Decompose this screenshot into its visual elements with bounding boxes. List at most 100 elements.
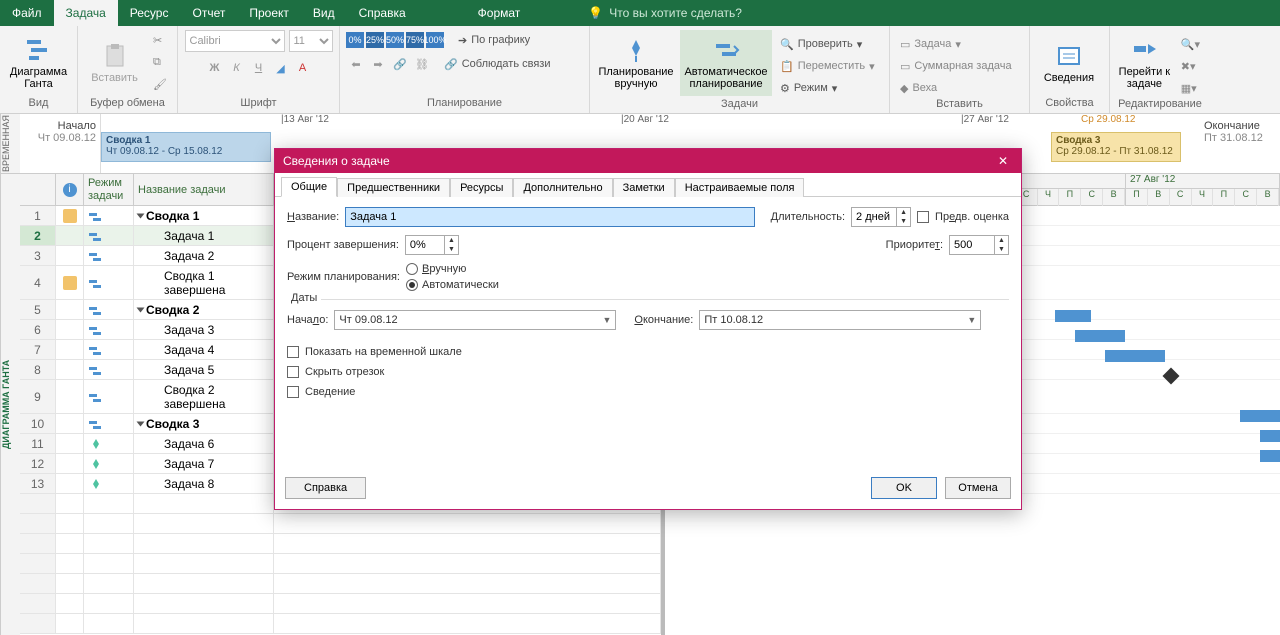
task-bar[interactable] xyxy=(1075,330,1125,342)
menu-task[interactable]: Задача xyxy=(54,0,118,26)
tab-notes[interactable]: Заметки xyxy=(613,178,675,197)
collapse-icon[interactable] xyxy=(137,213,145,218)
pct-25[interactable]: 25% xyxy=(366,32,384,48)
menu-project[interactable]: Проект xyxy=(237,0,301,26)
task-name-cell[interactable]: Задача 8 xyxy=(134,474,274,493)
pct-100[interactable]: 100% xyxy=(426,32,444,48)
respect-links-button[interactable]: 🔗 Соблюдать связи xyxy=(440,54,554,74)
task-bar[interactable] xyxy=(1105,350,1165,362)
collapse-icon[interactable] xyxy=(137,307,145,312)
scroll-to-task-button[interactable]: Перейти к задаче xyxy=(1116,30,1173,96)
tab-predecessors[interactable]: Предшественники xyxy=(337,178,450,197)
row-number[interactable]: 6 xyxy=(20,320,56,339)
col-indicators[interactable]: i xyxy=(56,174,84,205)
menu-view[interactable]: Вид xyxy=(301,0,347,26)
mode-auto-radio[interactable]: Автоматически xyxy=(406,279,499,291)
milestone-button[interactable]: ◆ Веха xyxy=(896,78,1016,98)
task-name-cell[interactable]: Задача 4 xyxy=(134,340,274,359)
col-rownum[interactable] xyxy=(20,174,56,205)
italic-button[interactable]: К xyxy=(227,58,247,78)
row-number[interactable]: 10 xyxy=(20,414,56,433)
font-size-combo[interactable]: 11 xyxy=(289,30,333,52)
cut-button[interactable]: ✂ xyxy=(149,30,171,50)
show-timeline-checkbox[interactable] xyxy=(287,346,299,358)
task-insert-button[interactable]: ▭ Задача ▾ xyxy=(896,34,1016,54)
mode-manual-radio[interactable]: Вручную xyxy=(406,263,499,275)
priority-spinner[interactable]: ▲▼ xyxy=(995,235,1009,255)
clear-button[interactable]: ✖▾ xyxy=(1177,56,1204,76)
dialog-titlebar[interactable]: Сведения о задаче ✕ xyxy=(275,149,1021,173)
col-mode[interactable]: Режим задачи xyxy=(84,174,134,205)
move-button[interactable]: 📋 Переместить ▾ xyxy=(776,56,879,76)
estimate-checkbox[interactable] xyxy=(917,211,929,223)
task-bar[interactable] xyxy=(1240,410,1280,422)
row-number[interactable]: 4 xyxy=(20,266,56,299)
outdent-button[interactable]: ⬅ xyxy=(346,54,366,74)
name-field[interactable] xyxy=(345,207,755,227)
finish-date-combo[interactable]: Пт 10.08.12▼ xyxy=(699,310,981,330)
bold-button[interactable]: Ж xyxy=(205,58,225,78)
tab-custom-fields[interactable]: Настраиваемые поля xyxy=(675,178,805,197)
duration-spinner[interactable]: ▲▼ xyxy=(897,207,911,227)
underline-button[interactable]: Ч xyxy=(249,58,269,78)
task-name-cell[interactable]: Задача 1 xyxy=(134,226,274,245)
link-button[interactable]: 🔗 xyxy=(390,54,410,74)
task-name-cell[interactable]: Сводка 1 xyxy=(134,206,274,225)
row-number[interactable]: 9 xyxy=(20,380,56,413)
cancel-button[interactable]: Отмена xyxy=(945,477,1011,499)
menu-report[interactable]: Отчет xyxy=(180,0,237,26)
task-name-cell[interactable]: Задача 6 xyxy=(134,434,274,453)
font-name-combo[interactable]: Calibri xyxy=(185,30,285,52)
help-button[interactable]: Справка xyxy=(285,477,366,499)
gantt-chart-button[interactable]: Диаграмма Ганта xyxy=(6,30,71,96)
on-schedule-button[interactable]: ➔ По графику xyxy=(454,30,534,50)
ok-button[interactable]: OK xyxy=(871,477,937,499)
task-name-cell[interactable]: Сводка 3 xyxy=(134,414,274,433)
pct-0[interactable]: 0% xyxy=(346,32,364,48)
collapse-icon[interactable] xyxy=(137,421,145,426)
task-bar[interactable] xyxy=(1260,430,1280,442)
task-name-cell[interactable]: Задача 5 xyxy=(134,360,274,379)
font-color-button[interactable]: A xyxy=(293,58,313,78)
row-number[interactable]: 2 xyxy=(20,226,56,245)
row-number[interactable]: 1 xyxy=(20,206,56,225)
priority-field[interactable] xyxy=(949,235,995,255)
hide-bar-checkbox[interactable] xyxy=(287,366,299,378)
find-button[interactable]: 🔍▾ xyxy=(1177,34,1204,54)
task-name-cell[interactable]: Задача 2 xyxy=(134,246,274,265)
pct-75[interactable]: 75% xyxy=(406,32,424,48)
task-name-cell[interactable]: Сводка 1 завершена xyxy=(134,266,274,299)
pct-spinner[interactable]: ▲▼ xyxy=(445,235,459,255)
tell-me[interactable]: 💡 Что вы хотите сделать? xyxy=(588,0,742,26)
duration-field[interactable] xyxy=(851,207,897,227)
format-painter-button[interactable]: 🖌 xyxy=(149,74,171,94)
task-name-cell[interactable]: Сводка 2 завершена xyxy=(134,380,274,413)
menu-help[interactable]: Справка xyxy=(347,0,418,26)
menu-file[interactable]: Файл xyxy=(0,0,54,26)
task-bar[interactable] xyxy=(1260,450,1280,462)
fill-color-button[interactable]: ◢ xyxy=(271,58,291,78)
pct-50[interactable]: 50% xyxy=(386,32,404,48)
row-number[interactable]: 12 xyxy=(20,454,56,473)
inspect-button[interactable]: 🔍 Проверить ▾ xyxy=(776,34,879,54)
row-number[interactable]: 3 xyxy=(20,246,56,265)
close-icon[interactable]: ✕ xyxy=(993,154,1013,168)
start-date-combo[interactable]: Чт 09.08.12▼ xyxy=(334,310,616,330)
timeline-bar-s1[interactable]: Сводка 1Чт 09.08.12 - Ср 15.08.12 xyxy=(101,132,271,162)
tab-advanced[interactable]: Дополнительно xyxy=(513,178,612,197)
percent-complete-field[interactable] xyxy=(405,235,445,255)
manual-schedule-button[interactable]: Планирование вручную xyxy=(596,30,676,96)
task-name-cell[interactable]: Сводка 2 xyxy=(134,300,274,319)
tab-resources[interactable]: Ресурсы xyxy=(450,178,513,197)
row-number[interactable]: 8 xyxy=(20,360,56,379)
copy-button[interactable]: ⧉ xyxy=(149,52,171,72)
fill-button[interactable]: ▦▾ xyxy=(1177,78,1204,98)
indent-button[interactable]: ➡ xyxy=(368,54,388,74)
task-name-cell[interactable]: Задача 7 xyxy=(134,454,274,473)
summary-task-button[interactable]: ▭ Суммарная задача xyxy=(896,56,1016,76)
auto-schedule-button[interactable]: Автоматическое планирование xyxy=(680,30,772,96)
tab-general[interactable]: Общие xyxy=(281,177,337,197)
menu-format[interactable]: Формат xyxy=(466,0,533,26)
paste-button[interactable]: Вставить xyxy=(84,30,145,96)
task-bar[interactable] xyxy=(1055,310,1091,322)
